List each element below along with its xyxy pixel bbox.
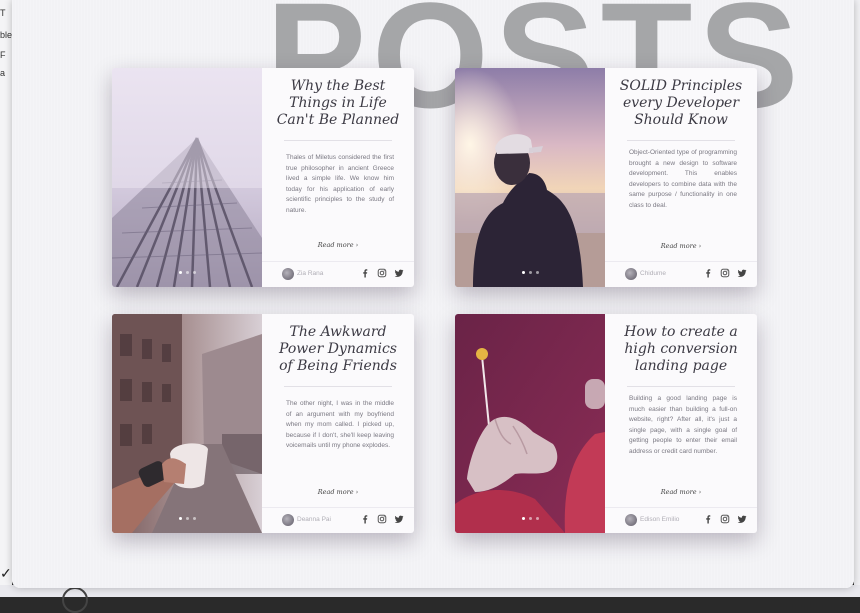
background-text-fragment: T — [0, 8, 6, 18]
avatar[interactable] — [282, 268, 294, 280]
facebook-icon[interactable] — [360, 268, 370, 278]
post-footer: Deanna Pai — [262, 507, 414, 533]
divider — [627, 386, 735, 387]
post-content: SOLID Principles every Developer Should … — [605, 68, 757, 287]
avatar[interactable] — [625, 268, 637, 280]
post-image-coffee-street[interactable] — [112, 314, 262, 533]
divider — [284, 386, 392, 387]
slide-dot[interactable] — [178, 271, 182, 274]
avatar[interactable] — [282, 514, 294, 526]
background-text-fragment: a — [0, 68, 6, 78]
instagram-icon[interactable] — [720, 514, 730, 524]
slide-dot[interactable] — [185, 517, 189, 520]
post-excerpt: Object-Oriented type of programming brou… — [629, 149, 737, 209]
divider — [627, 140, 735, 141]
background-text-fragment: ble — [0, 30, 12, 40]
post-excerpt: Thales of Miletus considered the first t… — [286, 154, 394, 214]
social-links — [703, 268, 747, 278]
post-content: How to create a high conversion landing … — [605, 314, 757, 533]
author-name[interactable]: Zia Rana — [297, 270, 323, 277]
post-image-lollipop[interactable] — [455, 314, 605, 533]
post-card[interactable]: How to create a high conversion landing … — [455, 314, 757, 533]
slide-dot[interactable] — [528, 517, 532, 520]
post-card[interactable]: The Awkward Power Dynamics of Being Frie… — [112, 314, 414, 533]
social-links — [360, 268, 404, 278]
read-more-link[interactable]: Read more › — [262, 241, 414, 249]
background-circle-icon — [62, 587, 88, 613]
read-more-link[interactable]: Read more › — [262, 488, 414, 496]
slide-dot[interactable] — [192, 517, 196, 520]
post-card[interactable]: Why the Best Things in Life Can't Be Pla… — [112, 68, 414, 287]
slide-dot[interactable] — [521, 271, 525, 274]
background-text-fragment: F — [0, 50, 6, 60]
post-footer: Chidume — [605, 261, 757, 287]
author-name[interactable]: Chidume — [640, 270, 666, 277]
instagram-icon[interactable] — [377, 268, 387, 278]
slide-dot[interactable] — [185, 271, 189, 274]
post-title[interactable]: How to create a high conversion landing … — [617, 324, 745, 375]
post-title[interactable]: SOLID Principles every Developer Should … — [617, 78, 745, 129]
slide-dot[interactable] — [535, 517, 539, 520]
slide-dot[interactable] — [535, 271, 539, 274]
post-image-skyscraper[interactable] — [112, 68, 262, 287]
twitter-icon[interactable] — [737, 514, 747, 524]
slide-indicator[interactable] — [455, 507, 605, 525]
post-content: Why the Best Things in Life Can't Be Pla… — [262, 68, 414, 287]
post-footer: Zia Rana — [262, 261, 414, 287]
author-name[interactable]: Deanna Pai — [297, 516, 331, 523]
post-image-sunset-person[interactable] — [455, 68, 605, 287]
avatar[interactable] — [625, 514, 637, 526]
social-links — [703, 514, 747, 524]
checkmark-icon: ✓ — [0, 565, 12, 581]
background-window-edge: T ble F a — [0, 0, 12, 597]
post-content: The Awkward Power Dynamics of Being Frie… — [262, 314, 414, 533]
post-footer: Edison Emilio — [605, 507, 757, 533]
read-more-link[interactable]: Read more › — [605, 242, 757, 250]
slide-dot[interactable] — [178, 517, 182, 520]
slide-indicator[interactable] — [112, 261, 262, 279]
slide-indicator[interactable] — [112, 507, 262, 525]
post-title[interactable]: Why the Best Things in Life Can't Be Pla… — [274, 78, 402, 129]
slide-indicator[interactable] — [455, 261, 605, 279]
twitter-icon[interactable] — [394, 268, 404, 278]
instagram-icon[interactable] — [377, 514, 387, 524]
twitter-icon[interactable] — [737, 268, 747, 278]
slide-dot[interactable] — [528, 271, 532, 274]
divider — [284, 140, 392, 141]
author-name[interactable]: Edison Emilio — [640, 516, 679, 523]
posts-panel: POSTS — [12, 0, 854, 588]
facebook-icon[interactable] — [703, 268, 713, 278]
slide-dot[interactable] — [192, 271, 196, 274]
post-excerpt: The other night, I was in the middle of … — [286, 400, 394, 450]
instagram-icon[interactable] — [720, 268, 730, 278]
background-window-edge-right — [854, 0, 860, 597]
read-more-link[interactable]: Read more › — [605, 488, 757, 496]
twitter-icon[interactable] — [394, 514, 404, 524]
post-card[interactable]: SOLID Principles every Developer Should … — [455, 68, 757, 287]
post-excerpt: Building a good landing page is much eas… — [629, 395, 737, 455]
social-links — [360, 514, 404, 524]
facebook-icon[interactable] — [703, 514, 713, 524]
slide-dot[interactable] — [521, 517, 525, 520]
facebook-icon[interactable] — [360, 514, 370, 524]
post-title[interactable]: The Awkward Power Dynamics of Being Frie… — [274, 324, 402, 375]
